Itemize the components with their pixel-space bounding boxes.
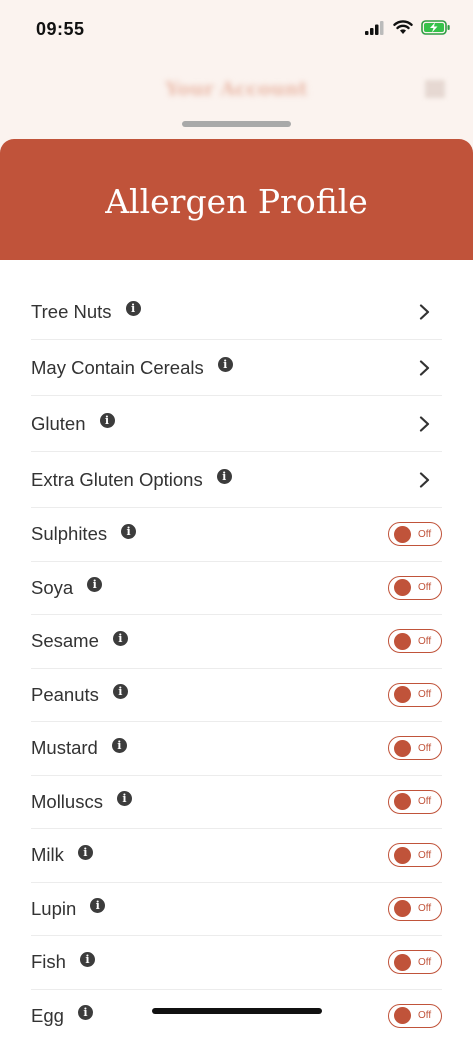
toggle-knob [394,793,411,810]
list-item-label: Extra Gluten Options [31,469,203,491]
background-title: Your Account [0,78,473,100]
list-item-peanuts: Peanuts i Off [31,669,442,723]
toggle-switch[interactable]: Off [388,522,442,546]
info-icon[interactable]: i [217,469,232,484]
status-bar: 09:55 [0,0,473,60]
battery-charging-icon [421,20,451,35]
status-time: 09:55 [36,19,85,40]
toggle-switch[interactable]: Off [388,629,442,653]
status-icons [365,20,451,35]
toggle-state: Off [418,796,431,807]
list-item-label: Gluten [31,413,86,435]
list-item-sulphites: Sulphites i Off [31,508,442,562]
toggle-switch[interactable]: Off [388,576,442,600]
toggle-state: Off [418,957,431,968]
list-item-soya: Soyai Off [31,562,442,616]
toggle-switch[interactable]: Off [388,683,442,707]
list-item-label: Egg [31,1005,64,1027]
toggle-knob [394,686,411,703]
toggle-knob [394,847,411,864]
info-icon[interactable]: i [90,898,105,913]
background-header [0,60,473,140]
list-item-sesame: Sesamei Off [31,615,442,669]
chevron-right-icon [418,472,432,488]
toggle-state: Off [418,689,431,700]
toggle-knob [394,740,411,757]
list-item-label: Sulphites [31,523,107,545]
list-item-label: Fish [31,951,66,973]
list-item-molluscs: Molluscs i Off [31,776,442,830]
toggle-switch[interactable]: Off [388,790,442,814]
list-item-egg: Eggi Off [31,990,442,1039]
toggle-knob [394,579,411,596]
list-item-tree-nuts[interactable]: Tree Nuts i [31,284,442,340]
list-item-lupin: Lupini Off [31,883,442,937]
info-icon[interactable]: i [121,524,136,539]
list-item-label: Sesame [31,630,99,652]
signal-icon [365,21,385,35]
home-indicator [152,1008,322,1014]
list-item-label: Milk [31,844,64,866]
info-icon[interactable]: i [113,631,128,646]
info-icon[interactable]: i [78,1005,93,1020]
info-icon[interactable]: i [87,577,102,592]
toggle-state: Off [418,529,431,540]
info-icon[interactable]: i [113,684,128,699]
info-icon[interactable]: i [100,413,115,428]
sheet-header: Allergen Profile [0,139,473,260]
list-item-extra-gluten-options[interactable]: Extra Gluten Options i [31,452,442,508]
list-item-fish: Fishi Off [31,936,442,990]
list-item-label: Peanuts [31,684,99,706]
toggle-state: Off [418,903,431,914]
sheet-grabber[interactable] [182,121,291,127]
info-icon[interactable]: i [126,301,141,316]
list-item-mustard: Mustard i Off [31,722,442,776]
toggle-switch[interactable]: Off [388,736,442,760]
list-item-milk: Milki Off [31,829,442,883]
chevron-right-icon [418,360,432,376]
toggle-state: Off [418,1010,431,1021]
menu-icon [425,80,445,98]
toggle-knob [394,526,411,543]
list-item-label: Mustard [31,737,98,759]
toggle-state: Off [418,850,431,861]
chevron-right-icon [418,416,432,432]
toggle-knob [394,1007,411,1024]
toggle-switch[interactable]: Off [388,897,442,921]
info-icon[interactable]: i [112,738,127,753]
chevron-right-icon [418,304,432,320]
toggle-knob [394,954,411,971]
toggle-knob [394,633,411,650]
toggle-state: Off [418,636,431,647]
wifi-icon [393,20,413,35]
info-icon[interactable]: i [80,952,95,967]
list-item-gluten[interactable]: Gluteni [31,396,442,452]
toggle-switch[interactable]: Off [388,843,442,867]
toggle-knob [394,900,411,917]
toggle-state: Off [418,743,431,754]
info-icon[interactable]: i [78,845,93,860]
list-item-label: Molluscs [31,791,103,813]
list-item-label: Tree Nuts [31,301,112,323]
list-item-label: Lupin [31,898,76,920]
allergen-sheet: Allergen Profile Tree Nuts i May Contain … [0,139,473,1039]
toggle-state: Off [418,582,431,593]
list-item-label: Soya [31,577,73,599]
info-icon[interactable]: i [218,357,233,372]
toggle-switch[interactable]: Off [388,950,442,974]
list-item-label: May Contain Cereals [31,357,204,379]
allergen-list: Tree Nutsi May Contain Cerealsi Gluteni … [0,284,473,1039]
sheet-title: Allergen Profile [105,182,368,221]
toggle-switch[interactable]: Off [388,1004,442,1028]
list-item-may-contain-cereals[interactable]: May Contain Cereals i [31,340,442,396]
info-icon[interactable]: i [117,791,132,806]
